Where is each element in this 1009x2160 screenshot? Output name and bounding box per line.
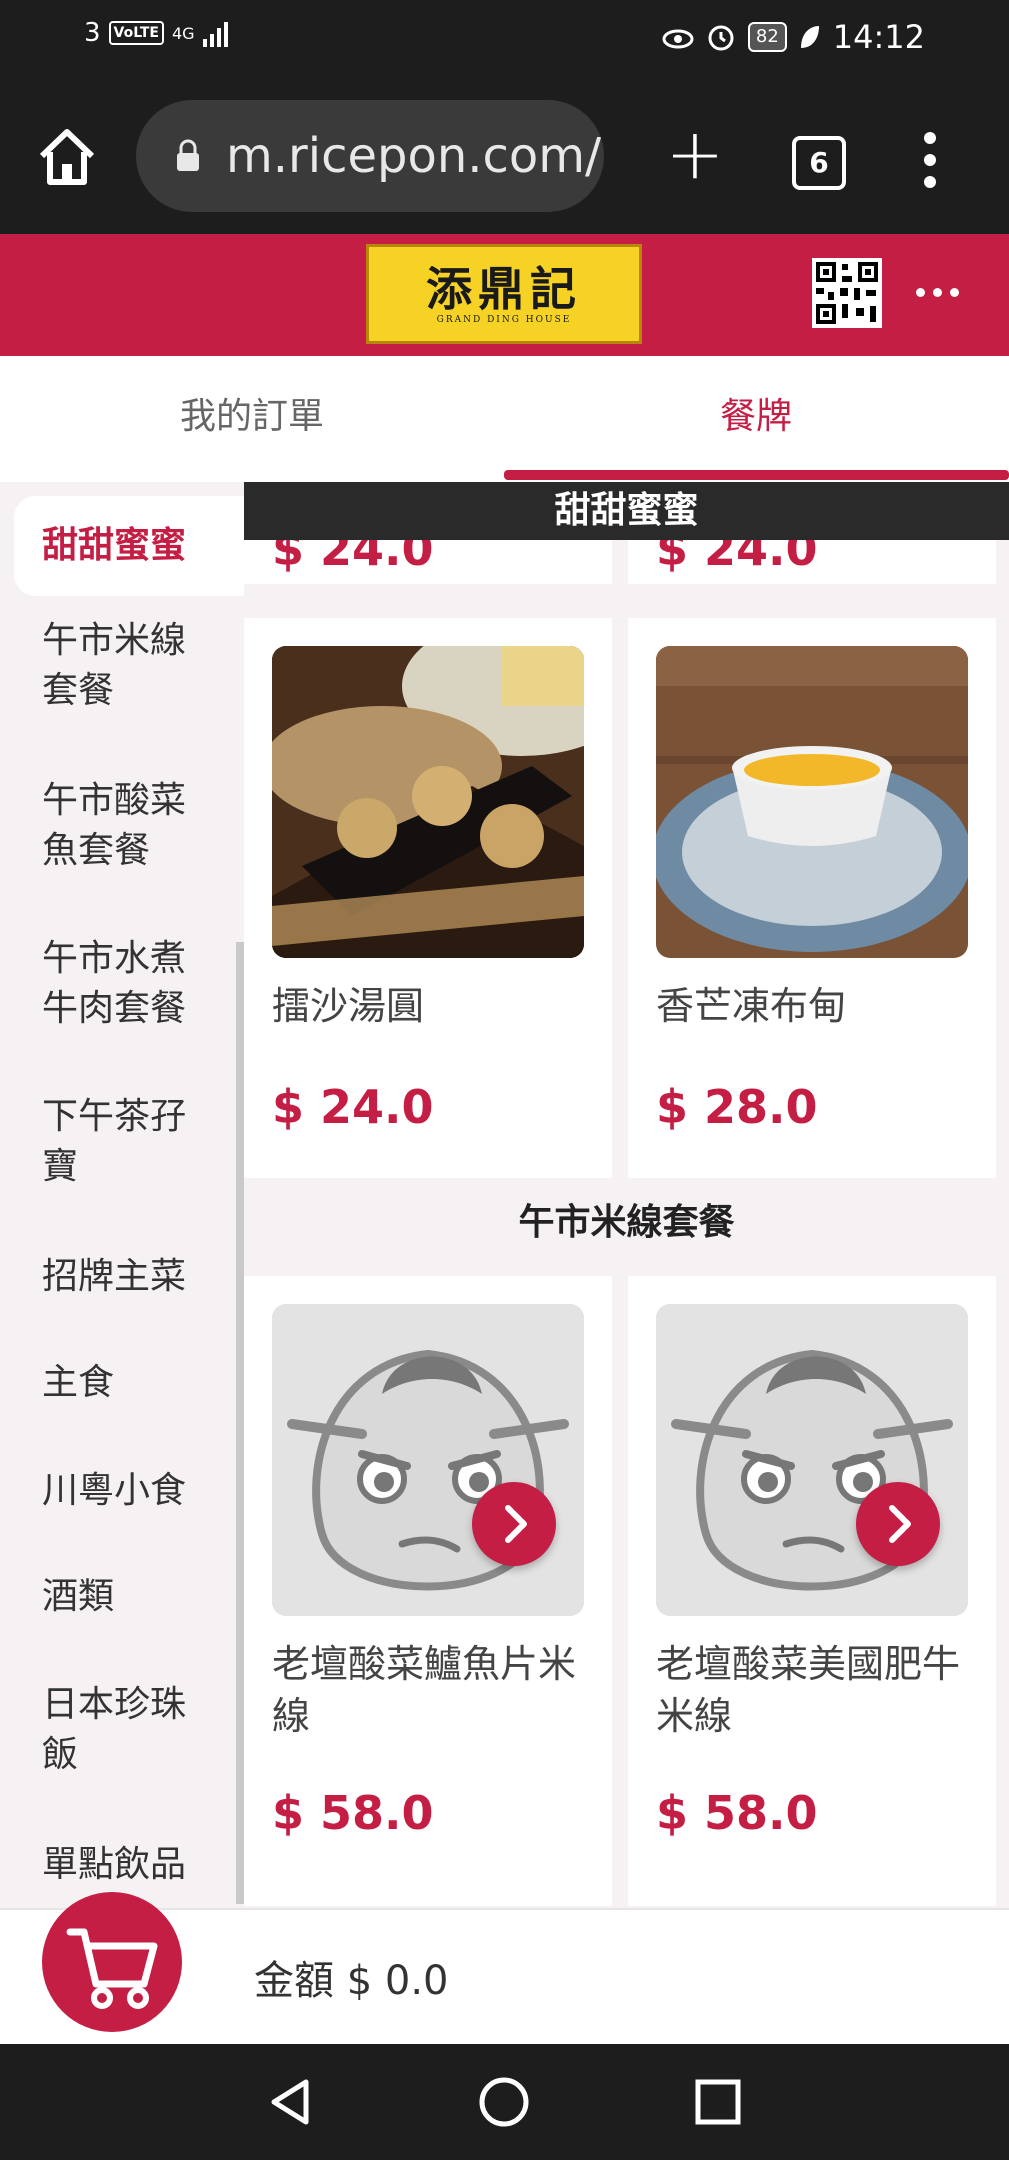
status-bar: 3 VoLTE 4G 82 14:12 [0,0,1009,82]
logo-subtitle: GRAND DING HOUSE [436,315,572,325]
sidebar-item-afternoon-tea[interactable]: 下午茶孖 寶 [0,1092,244,1192]
category-header: 午市米線套餐 [244,1178,1009,1268]
item-name: 擂沙湯圓 [272,984,425,1028]
chevron-right-icon[interactable] [856,1482,940,1566]
menu-card[interactable]: 擂沙湯圓 $ 24.0 [244,618,612,1178]
network-type: 4G [171,23,195,43]
alarm-icon [708,25,734,51]
sidebar-item-staple-food[interactable]: 主食 [0,1358,244,1408]
signal-indicators: 3 VoLTE 4G [84,18,233,48]
sidebar-item-lunch-rice-noodle-set[interactable]: 午市米線 套餐 [0,616,244,716]
item-price: $ 24.0 [272,1080,434,1134]
clock: 14:12 [832,18,925,56]
placeholder-mascot-icon [656,1304,968,1616]
store-logo: 添鼎記 GRAND DING HOUSE [366,244,642,344]
cart-icon [66,1928,158,2009]
sidebar-item-lunch-boiled-beef-set[interactable]: 午市水煮 牛肉套餐 [0,934,244,1034]
home-nav-icon[interactable] [476,2074,532,2130]
cart-bar: 金額 $ 0.0 [0,1892,1009,2046]
sidebar-item-signature-dishes[interactable]: 招牌主菜 [0,1252,244,1302]
qr-code-icon[interactable] [812,258,882,328]
tab-my-orders[interactable]: 我的訂單 [0,356,504,478]
home-icon[interactable] [34,124,100,190]
new-tab-button[interactable]: + [660,119,730,192]
status-right: 82 14:12 [662,18,925,56]
recents-icon[interactable] [690,2074,746,2130]
menu-card[interactable]: 老壇酸菜美國肥牛米線 $ 58.0 [628,1276,996,1906]
cart-total: 金額 $ 0.0 [254,1958,449,2004]
active-tab-indicator [504,470,1009,480]
battery-indicator: 82 [747,22,787,52]
carrier-label: 3 [84,18,101,48]
sidebar-item-snacks[interactable]: 川粵小食 [0,1466,244,1516]
item-name: 香芒凍布甸 [656,984,847,1028]
lock-icon [177,139,199,171]
item-price: $ 58.0 [272,1786,434,1840]
store-header: 添鼎記 GRAND DING HOUSE [0,234,1009,356]
signal-icon [202,22,228,47]
address-bar[interactable]: m.ricepon.com/ [136,100,604,212]
tab-switcher-button[interactable]: 6 [792,136,846,190]
chevron-right-icon[interactable] [472,1482,556,1566]
eye-comfort-icon [662,29,694,49]
url-text: m.ricepon.com/ [226,128,602,184]
item-image [272,646,584,958]
sidebar-scrollbar[interactable] [236,942,244,1904]
sidebar-item-alcohol[interactable]: 酒類 [0,1572,244,1622]
menu-card[interactable]: 香芒凍布甸 $ 28.0 [628,618,996,1178]
more-options-icon[interactable] [916,288,959,297]
tab-menu[interactable]: 餐牌 [504,356,1008,478]
tab-bar: 我的訂單 餐牌 [0,356,1009,482]
menu-content: $ 24.0 $ 24.0 甜甜蜜蜜 擂沙湯圓 $ 24.0 香芒凍布甸 $ 2… [244,482,1009,1906]
browser-menu-icon[interactable] [910,124,950,194]
menu-card[interactable]: 老壇酸菜鱸魚片米線 $ 58.0 [244,1276,612,1906]
leaf-icon [800,26,819,48]
cart-button[interactable] [42,1892,182,2032]
sidebar-item-drinks[interactable]: 單點飲品 [0,1840,244,1890]
sidebar-item-lunch-pickled-fish-set[interactable]: 午市酸菜 魚套餐 [0,776,244,876]
item-price: $ 58.0 [656,1786,818,1840]
sticky-category-header: 甜甜蜜蜜 [244,482,1009,540]
browser-toolbar: m.ricepon.com/ + 6 [0,82,1009,234]
volte-badge: VoLTE [108,21,164,45]
item-image [656,646,968,958]
item-price: $ 28.0 [656,1080,818,1134]
back-icon[interactable] [262,2074,318,2130]
placeholder-mascot-icon [272,1304,584,1616]
category-sidebar: 甜甜蜜蜜 午市米線 套餐 午市酸菜 魚套餐 午市水煮 牛肉套餐 下午茶孖 寶 招… [0,482,244,1906]
item-name: 老壇酸菜鱸魚片米線 [272,1642,577,1738]
item-name: 老壇酸菜美國肥牛米線 [656,1642,961,1738]
system-nav-bar [0,2044,1009,2160]
logo-title: 添鼎記 [426,262,582,316]
sidebar-item-japanese-rice[interactable]: 日本珍珠 飯 [0,1680,244,1780]
sidebar-item-sweets[interactable]: 甜甜蜜蜜 [14,496,244,596]
